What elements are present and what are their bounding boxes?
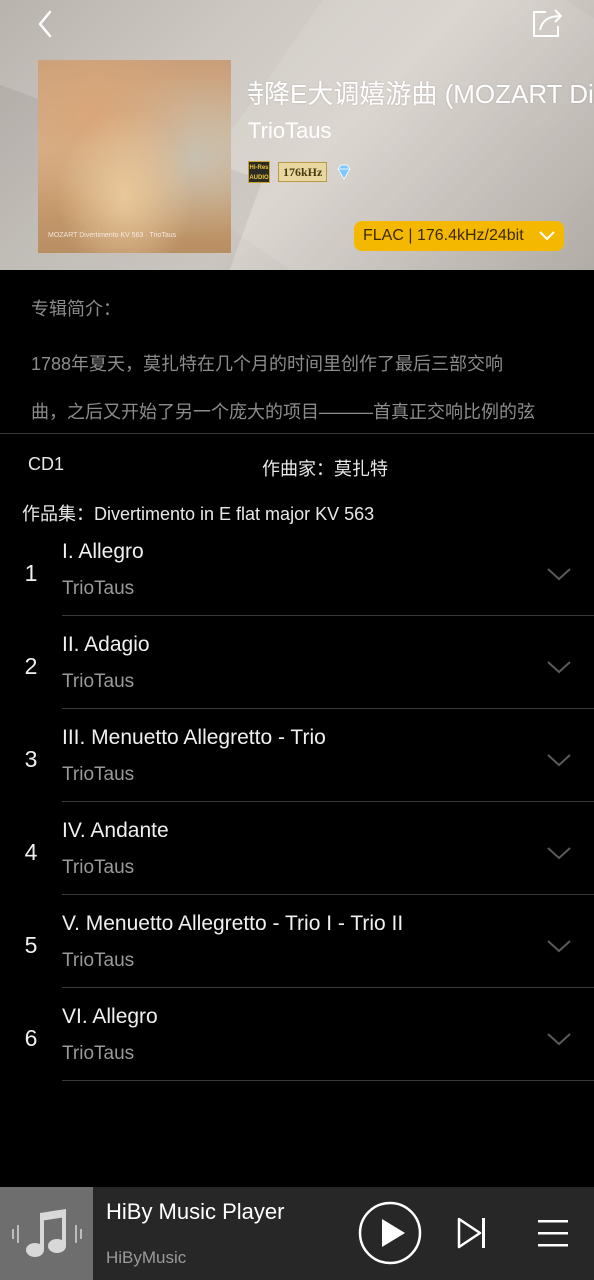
track-artist: TrioTaus bbox=[62, 578, 135, 599]
track-row[interactable]: 2 II. Adagio TrioTaus bbox=[0, 631, 594, 724]
hires-badge-bottom: AUDIO bbox=[249, 175, 269, 181]
play-button[interactable] bbox=[358, 1201, 422, 1265]
diamond-icon bbox=[337, 164, 351, 180]
track-number: 6 bbox=[24, 1025, 38, 1051]
track-artist: TrioTaus bbox=[62, 1043, 135, 1064]
track-title: V. Menuetto Allegretto - Trio I - Trio I… bbox=[62, 912, 404, 935]
mini-player[interactable]: HiBy Music Player HiByMusic bbox=[0, 1187, 594, 1280]
intro-label: 专辑简介： bbox=[31, 299, 121, 319]
back-button[interactable] bbox=[28, 6, 64, 42]
track-title: IV. Andante bbox=[62, 819, 169, 842]
back-arrow-icon bbox=[38, 10, 52, 38]
chevron-down-icon[interactable] bbox=[546, 659, 572, 675]
music-note-icon bbox=[12, 1209, 82, 1257]
track-artist: TrioTaus bbox=[62, 950, 135, 971]
sample-rate-badge: 176kHz bbox=[278, 162, 328, 182]
queue-list-icon[interactable] bbox=[536, 1217, 570, 1249]
album-title-text: 特降E大调嬉游曲 (MOZART Di bbox=[248, 79, 594, 109]
track-artist: TrioTaus bbox=[62, 671, 135, 692]
track-number: 1 bbox=[24, 560, 38, 586]
intro-line: 1788年夏天，莫扎特在几个月的时间里创作了最后三部交响 bbox=[31, 354, 504, 374]
chevron-down-icon bbox=[539, 231, 555, 241]
intro-line: 曲，之后又开始了另一个庞大的项目———首真正交响比例的弦 bbox=[31, 402, 535, 422]
chevron-down-icon[interactable] bbox=[546, 752, 572, 768]
track-number: 4 bbox=[24, 839, 38, 865]
row-divider bbox=[62, 801, 594, 802]
skip-next-icon[interactable] bbox=[456, 1215, 488, 1251]
track-row[interactable]: 6 VI. Allegro TrioTaus bbox=[0, 1003, 594, 1096]
track-row[interactable]: 4 IV. Andante TrioTaus bbox=[0, 817, 594, 910]
chevron-down-icon[interactable] bbox=[546, 845, 572, 861]
track-number: 2 bbox=[24, 653, 38, 679]
row-divider bbox=[62, 708, 594, 709]
album-cover[interactable]: MOZART Divertimento KV 563 · TrioTaus bbox=[38, 60, 231, 253]
now-playing-title: HiBy Music Player bbox=[106, 1199, 285, 1224]
row-divider bbox=[62, 894, 594, 895]
album-intro[interactable]: 1788年夏天，莫扎特在几个月的时间里创作了最后三部交响 曲，之后又开始了另一个… bbox=[31, 340, 571, 436]
row-divider bbox=[62, 615, 594, 616]
format-label: FLAC | 176.4kHz/24bit bbox=[363, 227, 524, 244]
play-icon bbox=[382, 1219, 405, 1247]
hires-audio-icon: Hi-Res AUDIO bbox=[248, 161, 270, 183]
format-selector[interactable]: FLAC | 176.4kHz/24bit bbox=[354, 221, 564, 251]
track-row[interactable]: 1 I. Allegro TrioTaus bbox=[0, 538, 594, 631]
cover-caption: MOZART Divertimento KV 563 · TrioTaus bbox=[48, 232, 177, 239]
chevron-down-icon[interactable] bbox=[546, 1031, 572, 1047]
track-title: II. Adagio bbox=[62, 633, 150, 656]
chevron-down-icon[interactable] bbox=[546, 566, 572, 582]
share-button[interactable] bbox=[528, 4, 568, 44]
album-artist[interactable]: TrioTaus bbox=[248, 118, 332, 144]
track-artist: TrioTaus bbox=[62, 764, 135, 785]
now-playing-thumbnail[interactable] bbox=[0, 1187, 93, 1280]
album-title: 特降E大调嬉游曲 (MOZART Di bbox=[248, 74, 594, 111]
track-title: VI. Allegro bbox=[62, 1005, 158, 1028]
track-title: III. Menuetto Allegretto - Trio bbox=[62, 726, 326, 749]
divider bbox=[0, 433, 594, 434]
chevron-down-icon[interactable] bbox=[546, 938, 572, 954]
row-divider bbox=[62, 987, 594, 988]
quality-badges: Hi-Res AUDIO 176kHz bbox=[248, 160, 353, 184]
share-icon bbox=[533, 9, 563, 37]
track-artist: TrioTaus bbox=[62, 857, 135, 878]
hires-badge-top: Hi-Res bbox=[249, 165, 269, 171]
row-divider bbox=[62, 1080, 594, 1081]
cd-label: CD1 bbox=[28, 454, 65, 474]
track-row[interactable]: 5 V. Menuetto Allegretto - Trio I - Trio… bbox=[0, 910, 594, 1003]
track-title: I. Allegro bbox=[62, 540, 144, 563]
track-row[interactable]: 3 III. Menuetto Allegretto - Trio TrioTa… bbox=[0, 724, 594, 817]
now-playing-artist: HiByMusic bbox=[106, 1248, 187, 1267]
composer-label: 作曲家：莫扎特 bbox=[262, 459, 388, 479]
track-number: 5 bbox=[24, 932, 38, 958]
album-header: MOZART Divertimento KV 563 · TrioTaus 特降… bbox=[0, 0, 594, 270]
work-label: 作品集：Divertimento in E flat major KV 563 bbox=[22, 504, 375, 524]
track-number: 3 bbox=[24, 746, 38, 772]
